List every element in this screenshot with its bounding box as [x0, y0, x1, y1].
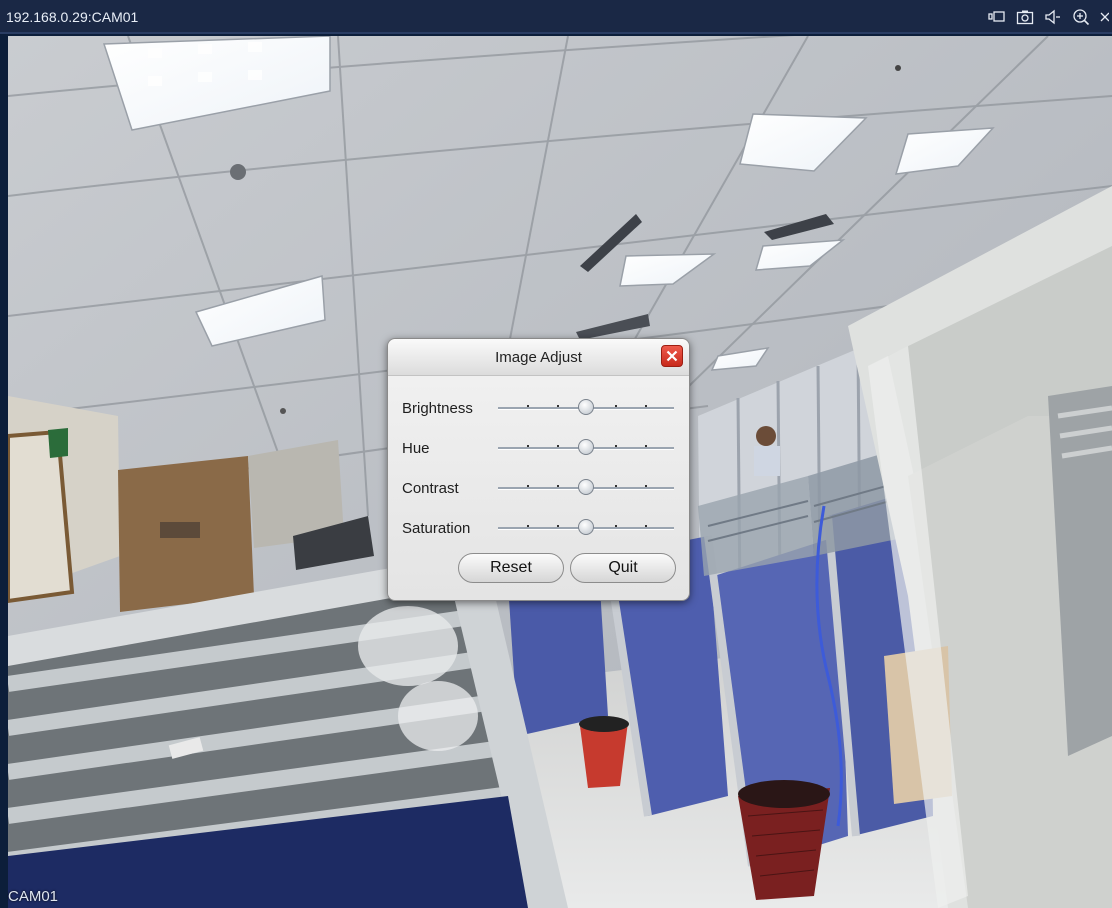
dialog-close-button[interactable]: [661, 345, 683, 367]
dialog-title: Image Adjust: [495, 349, 582, 366]
close-icon[interactable]: [1098, 6, 1110, 28]
slider-tick: [615, 405, 618, 407]
slider-tick: [615, 525, 618, 527]
camera-label: CAM01: [8, 888, 59, 905]
reset-button[interactable]: Reset: [458, 553, 564, 583]
slider-tick: [644, 485, 647, 487]
video-toolbar: [986, 4, 1112, 30]
slider-tick: [527, 485, 530, 487]
hue-row: Hue: [402, 433, 682, 463]
slider-tick: [556, 405, 559, 407]
dialog-header: Image Adjust: [388, 339, 689, 376]
slider-tick: [556, 525, 559, 527]
audio-icon[interactable]: [1042, 6, 1064, 28]
contrast-row: Contrast: [402, 473, 682, 503]
slider-tick: [644, 445, 647, 447]
contrast-label: Contrast: [402, 480, 459, 497]
slider-tick: [527, 405, 530, 407]
slider-tick: [527, 445, 530, 447]
slider-tick: [644, 525, 647, 527]
quit-button[interactable]: Quit: [570, 553, 676, 583]
hue-label: Hue: [402, 440, 430, 457]
slider-thumb[interactable]: [578, 399, 594, 415]
slider-tick: [644, 405, 647, 407]
image-adjust-dialog: Image Adjust Brightness Hue Contrast Sat…: [387, 338, 690, 601]
snapshot-icon[interactable]: [1014, 6, 1036, 28]
close-x-icon: [666, 350, 678, 362]
slider-tick: [527, 525, 530, 527]
saturation-row: Saturation: [402, 513, 682, 543]
saturation-slider[interactable]: [498, 518, 674, 538]
record-icon[interactable]: [986, 6, 1008, 28]
brightness-slider[interactable]: [498, 398, 674, 418]
slider-tick: [556, 485, 559, 487]
saturation-label: Saturation: [402, 520, 471, 537]
hue-slider[interactable]: [498, 438, 674, 458]
slider-tick: [615, 485, 618, 487]
slider-thumb[interactable]: [578, 479, 594, 495]
brightness-label: Brightness: [402, 400, 473, 417]
slider-thumb[interactable]: [578, 519, 594, 535]
slider-thumb[interactable]: [578, 439, 594, 455]
window-title: 192.168.0.29:CAM01: [6, 9, 139, 25]
window-titlebar: 192.168.0.29:CAM01: [0, 0, 1112, 34]
slider-tick: [556, 445, 559, 447]
brightness-row: Brightness: [402, 393, 682, 423]
contrast-slider[interactable]: [498, 478, 674, 498]
zoom-icon[interactable]: [1070, 6, 1092, 28]
slider-tick: [615, 445, 618, 447]
